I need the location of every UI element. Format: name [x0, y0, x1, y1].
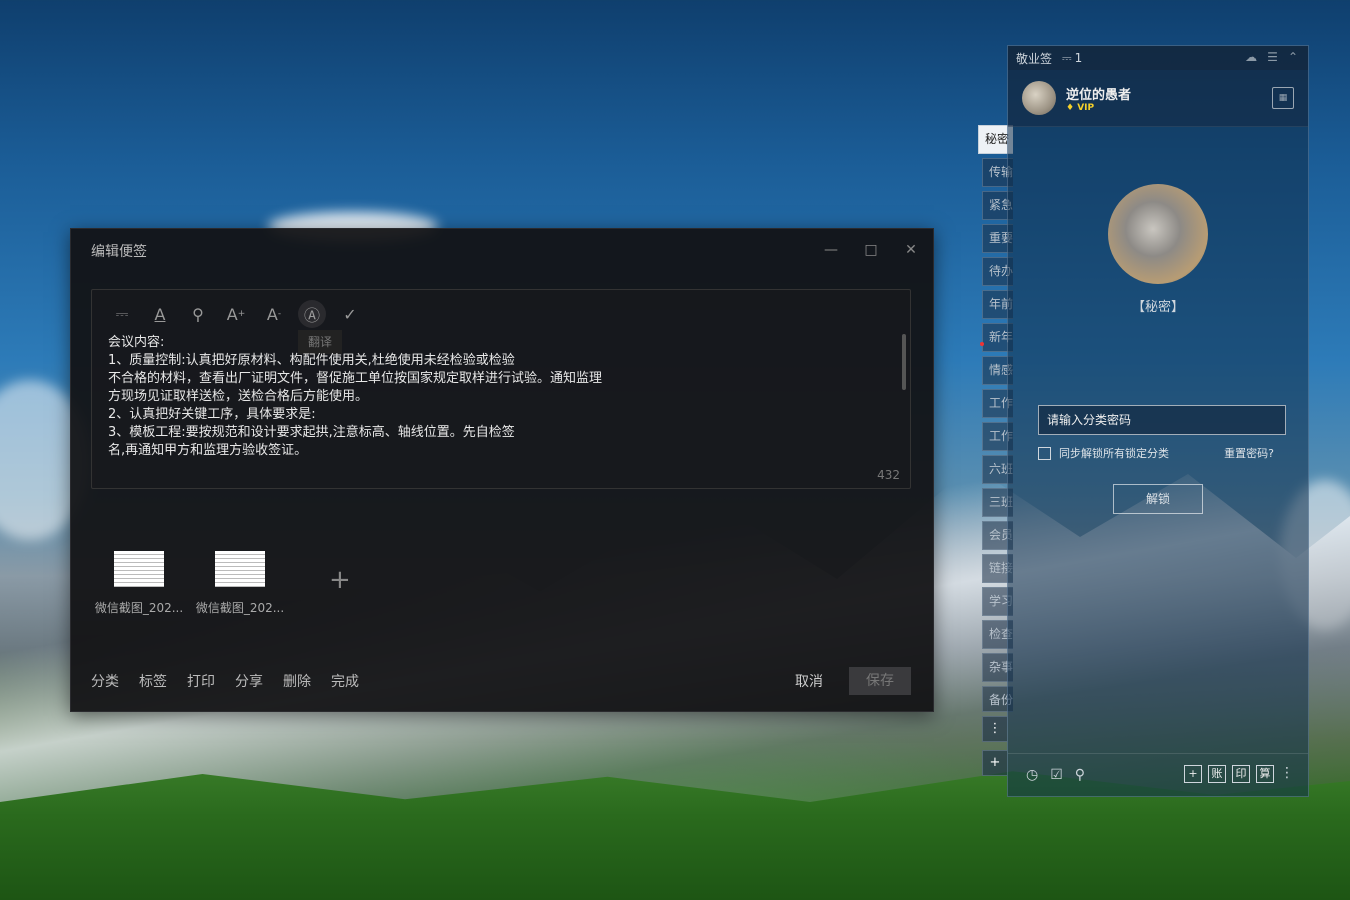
user-header: 逆位的愚者 ♦ VIP ▦: [1008, 70, 1308, 127]
calculator-icon[interactable]: 算: [1256, 765, 1274, 783]
note-editor[interactable]: ⎓ A ⚲ A + A- Ⓐ ✓ 翻译 会议内容: 1、质量控制:认真把好原材料、…: [91, 289, 911, 489]
cloud-sync-icon[interactable]: ☁: [1245, 50, 1257, 64]
add-note-icon[interactable]: +: [1184, 765, 1202, 783]
panel-bottom-bar: ◷ ☑ ⚲ + 账 印 算 ⋮: [1008, 753, 1308, 796]
menu-icon[interactable]: ☰: [1267, 50, 1278, 64]
panel-titlebar: 敬业签 ⎓ 1 ☁ ☰ ⌃: [1008, 46, 1308, 70]
add-tab-icon[interactable]: +: [982, 750, 1007, 776]
username: 逆位的愚者: [1066, 87, 1132, 103]
notification-count: 1: [1074, 51, 1083, 65]
stamp-icon[interactable]: 印: [1232, 765, 1250, 783]
format-toolbar: ⎓ A ⚲ A + A- Ⓐ ✓: [108, 300, 364, 328]
translate-icon[interactable]: Ⓐ: [298, 300, 326, 328]
cancel-button[interactable]: 取消: [795, 671, 823, 691]
tag-button[interactable]: 标签: [139, 671, 167, 691]
search-icon[interactable]: ⚲: [1075, 767, 1085, 783]
clock-icon[interactable]: ◷: [1026, 767, 1038, 783]
notes-panel: 敬业签 ⎓ 1 ☁ ☰ ⌃ 逆位的愚者 ♦ VIP ▦ 【秘密】 同步解锁所有锁…: [1007, 45, 1309, 797]
share-button[interactable]: 分享: [235, 671, 263, 691]
note-content[interactable]: 会议内容: 1、质量控制:认真把好原材料、构配件使用关,杜绝使用未经检验或检验 …: [108, 334, 628, 460]
account-icon[interactable]: 账: [1208, 765, 1226, 783]
edit-note-window: 编辑便签 — □ ✕ ⎓ A ⚲ A + A- Ⓐ ✓ 翻译 会议内容: 1、质量…: [70, 228, 934, 712]
unlock-button[interactable]: 解锁: [1113, 484, 1203, 514]
bottom-action-bar: 分类 标签 打印 分享 删除 完成: [91, 671, 359, 691]
reset-password-link[interactable]: 重置密码?: [1224, 445, 1274, 461]
save-button[interactable]: 保存: [849, 667, 911, 695]
maximize-button[interactable]: □: [857, 237, 885, 263]
more-options-icon[interactable]: ⋮: [1280, 765, 1294, 783]
attachment-2[interactable]: 微信截图_202...: [192, 551, 288, 616]
check-icon[interactable]: ✓: [336, 300, 364, 328]
attachment-thumbnail: [114, 551, 164, 587]
app-name: 敬业签: [1016, 51, 1053, 66]
search-icon[interactable]: ⚲: [184, 300, 212, 328]
attachment-1[interactable]: 微信截图_202...: [91, 551, 187, 616]
complete-button[interactable]: 完成: [331, 671, 359, 691]
secret-category-label: 【秘密】: [1131, 300, 1184, 315]
sync-unlock-checkbox[interactable]: [1038, 446, 1051, 460]
calendar-icon[interactable]: ▦: [1272, 87, 1294, 109]
attachment-name: 微信截图_202...: [195, 601, 285, 615]
vip-label: VIP: [1077, 102, 1095, 113]
print-button[interactable]: 打印: [187, 671, 215, 691]
notification-bell-icon[interactable]: ⎓: [1062, 51, 1072, 66]
delete-button[interactable]: 删除: [283, 671, 311, 691]
vip-badge: ♦ VIP: [1066, 102, 1095, 113]
attachment-name: 微信截图_202...: [94, 601, 184, 615]
font-color-icon[interactable]: A: [146, 300, 174, 328]
calendar-check-icon[interactable]: ☑: [1050, 767, 1063, 783]
avatar[interactable]: [1022, 81, 1056, 115]
sync-unlock-option[interactable]: 同步解锁所有锁定分类: [1038, 445, 1169, 461]
close-button[interactable]: ✕: [897, 237, 925, 263]
notification-dot: [980, 342, 984, 346]
character-count: 432: [877, 468, 900, 482]
font-decrease-icon[interactable]: A-: [260, 300, 288, 328]
bell-icon[interactable]: ⎓: [108, 300, 136, 328]
collapse-icon[interactable]: ⌃: [1288, 50, 1298, 64]
sync-unlock-label: 同步解锁所有锁定分类: [1059, 447, 1169, 460]
category-avatar: [1108, 184, 1208, 284]
add-attachment-icon[interactable]: +: [329, 565, 351, 595]
attachment-thumbnail: [215, 551, 265, 587]
font-increase-icon[interactable]: A +: [222, 300, 250, 328]
more-tabs-icon[interactable]: ⋮: [982, 716, 1007, 742]
category-password-input[interactable]: [1038, 405, 1286, 435]
scrollbar[interactable]: [902, 334, 906, 390]
window-title: 编辑便签: [91, 244, 147, 260]
category-tabs: 秘密 传输 紧急 重要 待办 年前 新年 情感 工作 工作 六班 三班 会员 链…: [978, 125, 1013, 784]
minimize-button[interactable]: —: [817, 237, 845, 263]
category-button[interactable]: 分类: [91, 671, 119, 691]
